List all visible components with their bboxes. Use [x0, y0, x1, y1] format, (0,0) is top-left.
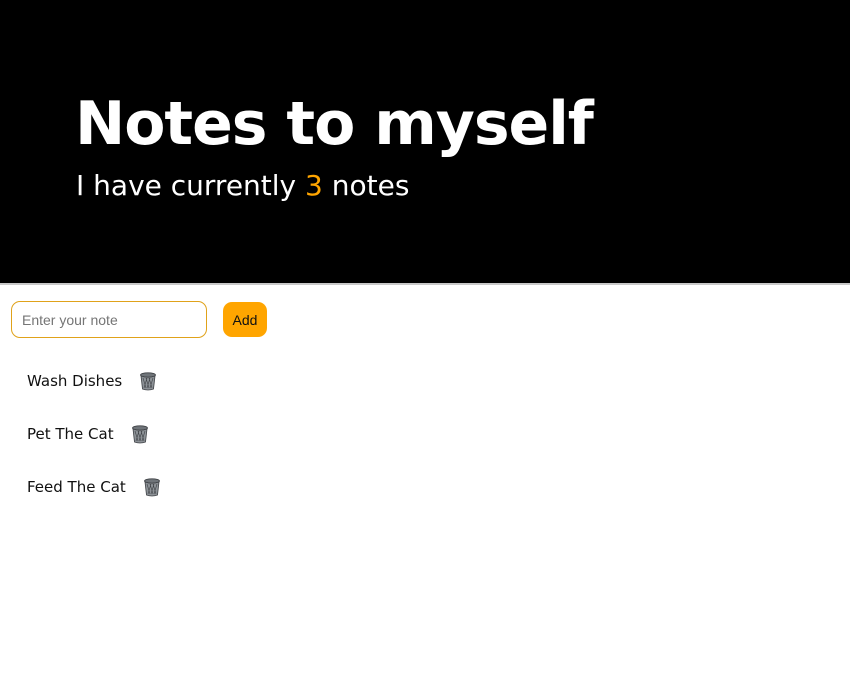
delete-note-button[interactable]: [142, 477, 162, 497]
subtitle-prefix: I have currently: [76, 169, 297, 202]
trash-icon: [143, 478, 160, 497]
notes-count-subtitle: I have currently 3 notes: [76, 166, 409, 206]
subtitle-suffix: notes: [331, 169, 410, 202]
list-item: Wash Dishes: [27, 366, 162, 419]
list-item: Feed The Cat: [27, 472, 162, 525]
note-text: Wash Dishes: [27, 372, 123, 390]
trash-icon: [131, 425, 148, 444]
list-item: Pet The Cat: [27, 419, 162, 472]
note-input[interactable]: [11, 301, 207, 338]
note-list: Wash Dishes Pet The Cat Feed The Cat: [27, 366, 162, 525]
delete-note-button[interactable]: [130, 424, 150, 444]
note-text: Pet The Cat: [27, 425, 114, 443]
page-title: Notes to myself: [75, 89, 594, 159]
add-button[interactable]: Add: [223, 302, 267, 337]
delete-note-button[interactable]: [138, 371, 158, 391]
header-banner: Notes to myself I have currently 3 notes: [0, 0, 850, 285]
note-text: Feed The Cat: [27, 478, 126, 496]
trash-icon: [140, 372, 157, 391]
notes-count: 3: [305, 169, 323, 202]
